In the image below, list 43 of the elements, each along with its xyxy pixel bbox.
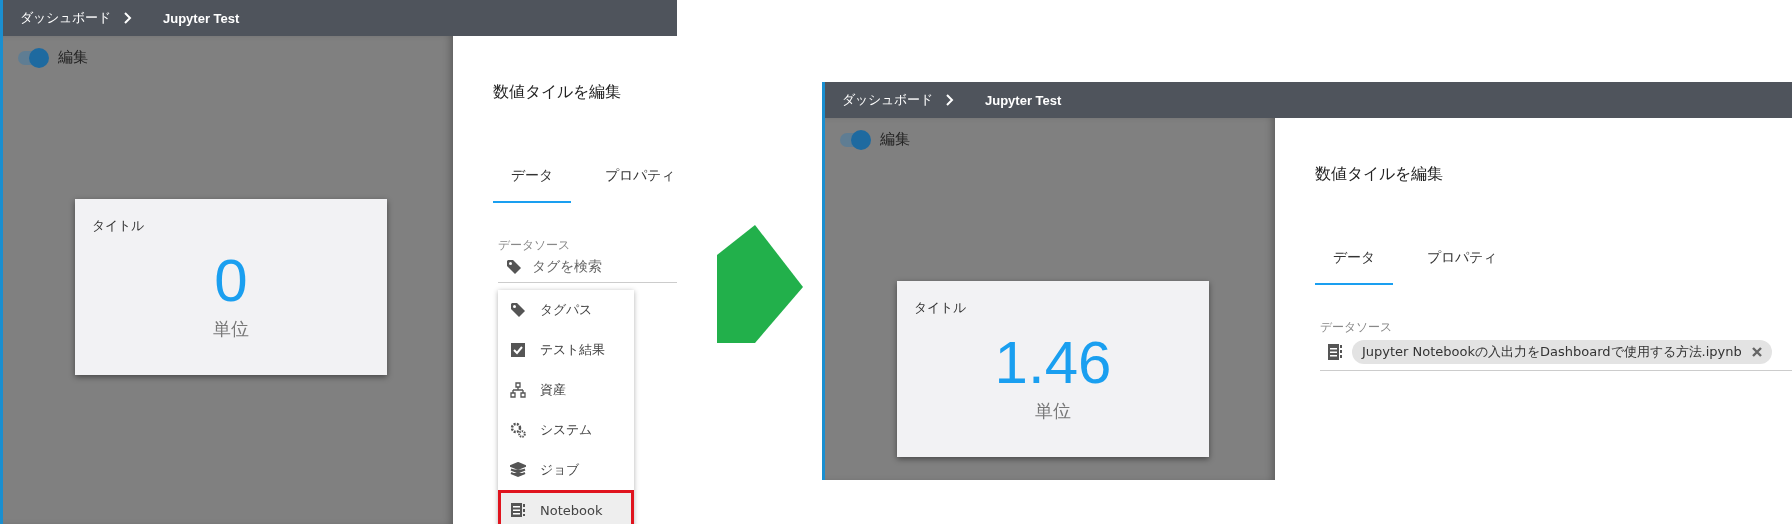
chip-label: Jupyter Notebookの入出力をDashboardで使用する方法.ipynb xyxy=(1362,343,1742,361)
menu-item[interactable]: タグパス xyxy=(498,290,634,330)
arrow-icon xyxy=(717,225,803,343)
tile-unit: 単位 xyxy=(213,317,249,341)
tab[interactable]: データ xyxy=(493,167,571,203)
breadcrumb-link[interactable]: ダッシュボード xyxy=(842,91,933,109)
layers-icon xyxy=(510,462,526,478)
gears-icon xyxy=(510,422,526,438)
toggle-label: 編集 xyxy=(58,48,88,67)
menu-item[interactable]: 資産 xyxy=(498,370,634,410)
chevron-right-icon xyxy=(123,12,133,24)
tag-icon xyxy=(506,259,522,275)
tile-unit: 単位 xyxy=(1035,399,1071,423)
tab[interactable]: プロパティ xyxy=(591,167,677,203)
checkbox-icon xyxy=(510,342,526,358)
tile-title: タイトル xyxy=(92,217,144,235)
edit-toggle[interactable] xyxy=(18,50,46,65)
field-label: データソース xyxy=(1320,319,1393,336)
remove-icon[interactable] xyxy=(1751,347,1762,357)
menu-item[interactable]: ジョブ xyxy=(498,450,634,490)
chevron-right-icon xyxy=(945,94,955,106)
field-label: データソース xyxy=(498,237,571,254)
tag-icon xyxy=(510,302,526,318)
breadcrumb-link[interactable]: ダッシュボード xyxy=(20,9,111,27)
menu-item[interactable]: テスト結果 xyxy=(498,330,634,370)
edit-toggle[interactable] xyxy=(840,132,868,147)
menu-item[interactable]: Notebook xyxy=(498,490,634,524)
tile-value: 1.46 xyxy=(994,333,1112,393)
hierarchy-icon xyxy=(510,382,526,398)
notebook-icon xyxy=(1328,344,1342,360)
tab[interactable]: プロパティ xyxy=(1413,249,1511,285)
tile-title: タイトル xyxy=(914,299,966,317)
tab[interactable]: データ xyxy=(1315,249,1393,285)
panel-title: 数値タイルを編集 xyxy=(1315,164,1444,185)
menu-item[interactable]: システム xyxy=(498,410,634,450)
panel-title: 数値タイルを編集 xyxy=(493,82,622,103)
breadcrumb-current: Jupyter Test xyxy=(985,92,1062,108)
toggle-label: 編集 xyxy=(880,130,910,149)
tile-value: 0 xyxy=(214,251,248,311)
breadcrumb-current: Jupyter Test xyxy=(163,10,240,26)
notebook-icon xyxy=(510,502,526,518)
source-field[interactable]: Jupyter Notebookの入出力をDashboardで使用する方法.ipynb xyxy=(1320,336,1792,371)
search-field[interactable]: タグを検索 xyxy=(498,254,677,283)
